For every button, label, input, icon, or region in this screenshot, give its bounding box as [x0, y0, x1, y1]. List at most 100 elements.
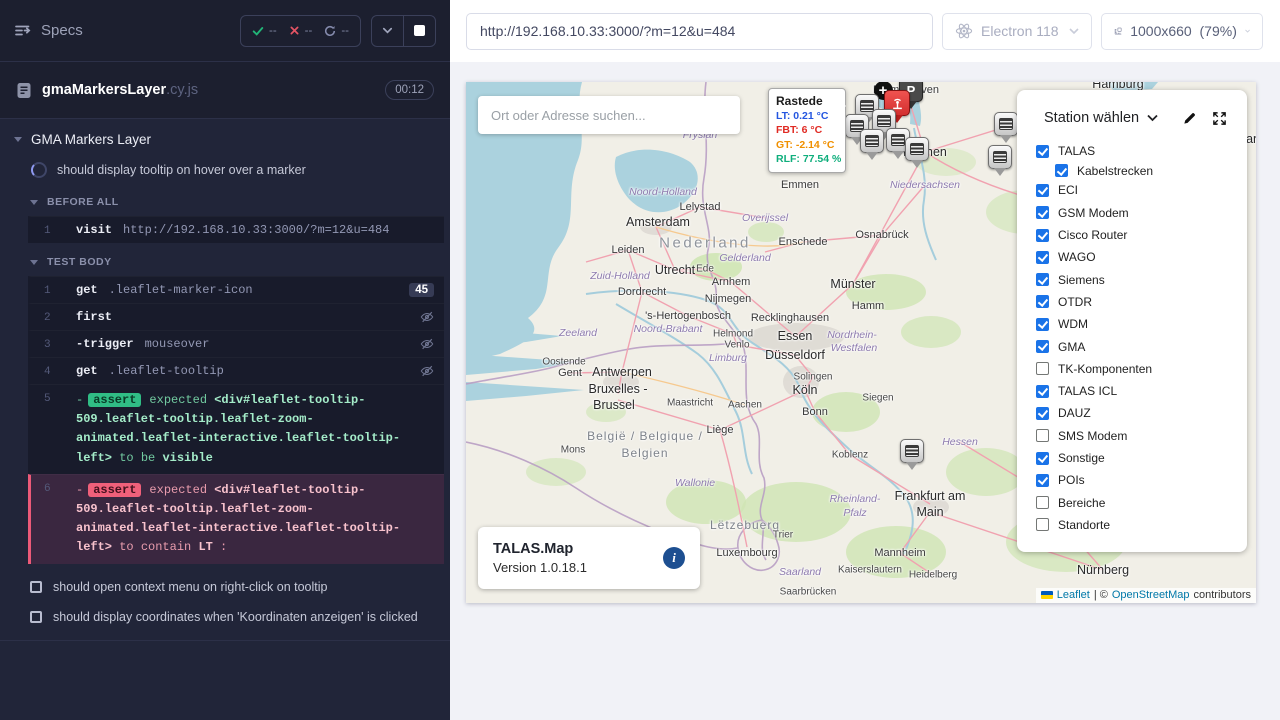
checkbox[interactable] [1036, 251, 1049, 264]
test-body-section[interactable]: TEST BODY [0, 247, 450, 275]
checkbox-label: Sonstige [1058, 451, 1105, 465]
station-icon [877, 115, 891, 127]
checkbox-label: POIs [1058, 473, 1085, 487]
checkbox[interactable] [1036, 295, 1049, 308]
command-method: first [76, 310, 112, 324]
station-icon [865, 135, 879, 147]
chevron-down-icon [1245, 27, 1250, 35]
expand-button[interactable] [1212, 111, 1227, 126]
before-all-section[interactable]: BEFORE ALL [0, 187, 450, 215]
ruler-icon [1114, 23, 1122, 39]
layer-checkbox-row[interactable]: TALAS [1036, 140, 1247, 162]
spec-row[interactable]: gmaMarkersLayer.cy.js 00:12 [0, 62, 450, 119]
checkbox[interactable] [1036, 145, 1049, 158]
check-icon [252, 25, 264, 37]
collapse-button[interactable] [372, 16, 403, 46]
info-icon[interactable]: i [663, 547, 685, 569]
checkbox[interactable] [1036, 452, 1049, 465]
pending-test-row[interactable]: should display coordinates when 'Koordin… [0, 602, 450, 632]
checkbox[interactable] [1036, 385, 1049, 398]
command-method: get [76, 283, 98, 297]
chevron-down-icon [14, 137, 22, 142]
spec-file-icon [16, 82, 32, 99]
command-row[interactable]: 1visithttp://192.168.10.33:3000/?m=12&u=… [28, 216, 444, 243]
pencil-icon [1182, 111, 1197, 126]
station-icon [905, 445, 919, 457]
assert-badge: assert [88, 483, 141, 497]
browser-select[interactable]: Electron 118 [942, 13, 1092, 50]
checkbox[interactable] [1036, 229, 1049, 242]
layer-checkbox-row[interactable]: OTDR [1036, 291, 1247, 313]
cross-icon [289, 25, 300, 36]
command-row[interactable]: 5-assertexpected <div#leaflet-tooltip-50… [28, 384, 444, 474]
stop-icon [414, 25, 425, 36]
pending-test-row[interactable]: should open context menu on right-click … [0, 572, 450, 602]
checkbox-label: GSM Modem [1058, 206, 1129, 220]
edit-button[interactable] [1182, 111, 1197, 126]
leaflet-link[interactable]: Leaflet [1057, 589, 1090, 601]
checkbox[interactable] [1036, 429, 1049, 442]
command-row[interactable]: 4get.leaflet-tooltip [28, 357, 444, 384]
layer-checkbox-row[interactable]: TK-Komponenten [1036, 358, 1247, 380]
specs-list-icon[interactable] [14, 22, 31, 39]
layer-checkbox-row[interactable]: WDM [1036, 313, 1247, 335]
station-select-label[interactable]: Station wählen [1044, 110, 1139, 126]
checkbox[interactable] [1036, 340, 1049, 353]
suite-row[interactable]: GMA Markers Layer [0, 119, 450, 153]
version-box: TALAS.Map Version 1.0.18.1 i [478, 527, 700, 589]
checkbox[interactable] [1036, 496, 1049, 509]
station-marker[interactable] [900, 439, 924, 463]
before-all-commands: 1visithttp://192.168.10.33:3000/?m=12&u=… [28, 216, 444, 243]
aut-stage: HamburgBremerhavenBremenNiedersachsenHan… [450, 62, 1280, 720]
layer-checkbox-row[interactable]: DAUZ [1036, 402, 1247, 424]
layer-checkbox-row[interactable]: Kabelstrecken [1036, 162, 1247, 179]
command-row[interactable]: 3-triggermouseover [28, 330, 444, 357]
url-input[interactable] [466, 13, 933, 50]
suite-title: GMA Markers Layer [31, 132, 151, 147]
marker-tooltip[interactable]: Rastede LT: 0.21 °CFBT: 6 °CGT: -2.14 °C… [768, 88, 846, 173]
viewport-select[interactable]: 1000x660 (79%) [1101, 13, 1263, 50]
leaflet-map[interactable]: HamburgBremerhavenBremenNiedersachsenHan… [466, 82, 1256, 603]
layer-checkbox-row[interactable]: TALAS ICL [1036, 380, 1247, 402]
checkbox-label: WDM [1058, 317, 1088, 331]
layer-checkbox-row[interactable]: WAGO [1036, 246, 1247, 268]
checkbox[interactable] [1055, 164, 1068, 177]
test-title: should display tooltip on hover over a m… [57, 163, 306, 177]
checkbox[interactable] [1036, 273, 1049, 286]
checkbox[interactable] [1036, 206, 1049, 219]
checkbox[interactable] [1036, 362, 1049, 375]
station-marker[interactable] [994, 112, 1018, 136]
active-test-row[interactable]: should display tooltip on hover over a m… [0, 153, 450, 187]
osm-link[interactable]: OpenStreetMap [1112, 589, 1190, 601]
ukraine-flag-icon [1041, 591, 1053, 599]
layer-checkbox-row[interactable]: Standorte [1036, 514, 1247, 536]
station-marker[interactable] [988, 145, 1012, 169]
checkbox[interactable] [1036, 518, 1049, 531]
command-row[interactable]: 2first [28, 303, 444, 330]
command-row[interactable]: 1get.leaflet-marker-icon45 [28, 276, 444, 303]
layer-checkbox-row[interactable]: Bereiche [1036, 491, 1247, 513]
layer-checkbox-list: TALASKabelstreckenECI GSM Modem Cisco Rout… [1017, 140, 1247, 536]
layer-checkbox-row[interactable]: SMS Modem [1036, 425, 1247, 447]
layer-checkbox-row[interactable]: Cisco Router [1036, 224, 1247, 246]
search-input[interactable] [478, 96, 740, 134]
layer-checkbox-row[interactable]: ECI [1036, 179, 1247, 201]
checkbox[interactable] [1036, 407, 1049, 420]
chevron-down-icon[interactable] [1147, 114, 1158, 122]
command-number: 3 [31, 337, 76, 351]
layer-checkbox-row[interactable]: POIs [1036, 469, 1247, 491]
checkbox[interactable] [1036, 318, 1049, 331]
command-row[interactable]: 6-assertexpected <div#leaflet-tooltip-50… [28, 474, 444, 564]
checkbox[interactable] [1036, 474, 1049, 487]
checkbox[interactable] [1036, 184, 1049, 197]
layer-checkbox-row[interactable]: GSM Modem [1036, 202, 1247, 224]
pending-icon [30, 581, 42, 593]
command-number: 1 [31, 223, 76, 237]
layer-checkbox-row[interactable]: Siemens [1036, 268, 1247, 290]
stop-button[interactable] [404, 16, 435, 46]
layer-checkbox-row[interactable]: Sonstige [1036, 447, 1247, 469]
layer-checkbox-row[interactable]: GMA [1036, 335, 1247, 357]
station-marker[interactable] [905, 137, 929, 161]
test-body-commands: 1get.leaflet-marker-icon452first3-trigge… [28, 276, 444, 564]
station-marker[interactable] [860, 129, 884, 153]
